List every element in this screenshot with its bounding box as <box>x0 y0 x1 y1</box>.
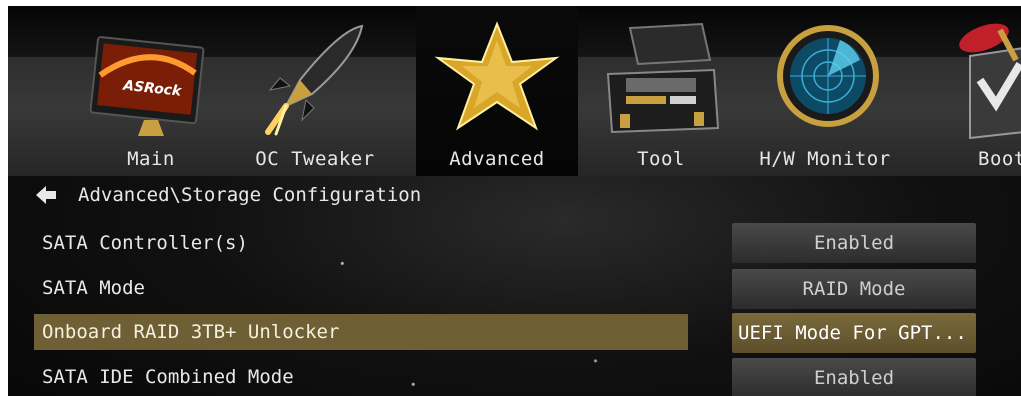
tab-advanced[interactable]: Advanced <box>416 6 578 176</box>
breadcrumb: Advanced\Storage Configuration <box>34 180 421 210</box>
setting-value-sata-mode[interactable]: RAID Mode <box>732 269 976 309</box>
tab-hw-monitor[interactable]: H/W Monitor <box>750 6 900 176</box>
tab-main-label: Main <box>127 148 175 170</box>
setting-value-sata-ide-combined[interactable]: Enabled <box>732 358 976 396</box>
tab-hw-monitor-label: H/W Monitor <box>759 148 891 170</box>
tab-oc-tweaker-label: OC Tweaker <box>255 148 375 170</box>
tab-tool-label: Tool <box>637 148 685 170</box>
star-icon <box>416 20 578 140</box>
monitor-icon: ASRock <box>76 20 226 140</box>
radar-icon <box>750 20 900 140</box>
toolbox-icon <box>586 20 736 140</box>
setting-label: SATA Controller(s) <box>42 232 248 254</box>
tab-boot-label: Boot <box>978 148 1021 170</box>
setting-row-sata-mode[interactable]: SATA Mode <box>34 270 688 306</box>
tab-main[interactable]: ASRock Main <box>76 6 226 176</box>
setting-label: SATA Mode <box>42 277 145 299</box>
breadcrumb-path: Advanced\Storage Configuration <box>78 184 422 206</box>
setting-row-sata-controllers[interactable]: SATA Controller(s) <box>34 225 688 261</box>
setting-row-sata-ide-combined[interactable]: SATA IDE Combined Mode <box>34 359 688 395</box>
boot-icon <box>940 20 1021 140</box>
tab-boot[interactable]: Boot <box>940 6 1021 176</box>
back-arrow-icon[interactable] <box>34 183 58 207</box>
setting-row-raid-3tb-unlocker[interactable]: Onboard RAID 3TB+ Unlocker <box>34 314 688 350</box>
setting-label: SATA IDE Combined Mode <box>42 366 294 388</box>
setting-value-raid-3tb-unlocker[interactable]: UEFI Mode For GPT... <box>732 313 976 353</box>
setting-label: Onboard RAID 3TB+ Unlocker <box>42 321 340 343</box>
setting-value-sata-controllers[interactable]: Enabled <box>732 223 976 263</box>
tab-tool[interactable]: Tool <box>586 6 736 176</box>
bios-screen: ASRock Main OC Tweaker Advanced Tool H/W… <box>8 6 1021 396</box>
tab-advanced-label: Advanced <box>449 148 545 170</box>
rocket-icon <box>240 20 390 140</box>
top-menu-bar: ASRock Main OC Tweaker Advanced Tool H/W… <box>8 6 1021 176</box>
tab-oc-tweaker[interactable]: OC Tweaker <box>240 6 390 176</box>
